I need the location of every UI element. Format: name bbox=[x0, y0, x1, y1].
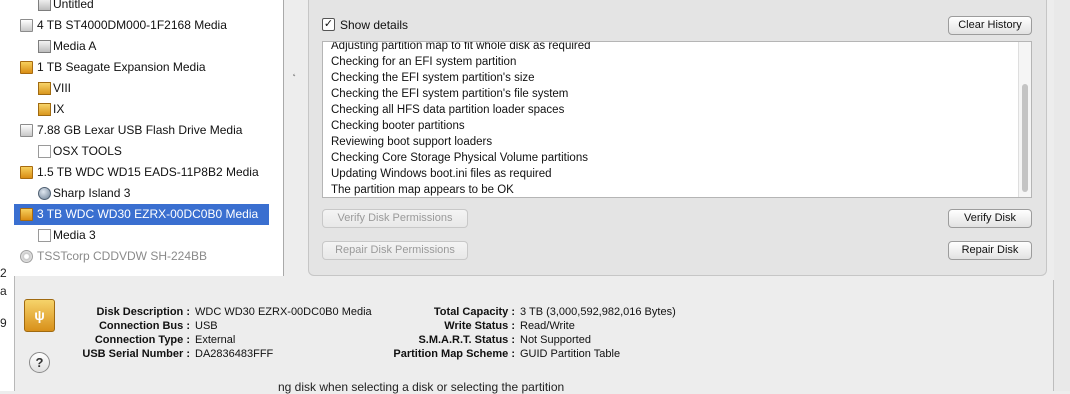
background-text-fragment: a bbox=[0, 284, 7, 298]
partition-scheme-value: GUID Partition Table bbox=[520, 348, 621, 360]
sidebar-item-label: VIII bbox=[53, 81, 72, 95]
connection-type-label: Connection Type : bbox=[94, 334, 190, 346]
repair-disk-permissions-button[interactable]: Repair Disk Permissions bbox=[322, 241, 468, 260]
total-capacity-label: Total Capacity : bbox=[433, 306, 515, 318]
sidebar-item-disk[interactable]: 7.88 GB Lexar USB Flash Drive Media bbox=[14, 120, 269, 141]
log-line: Checking booter partitions bbox=[331, 120, 465, 132]
smart-status-label: S.M.A.R.T. Status : bbox=[418, 334, 515, 346]
volume-icon bbox=[38, 40, 51, 53]
external-volume-icon bbox=[38, 103, 51, 116]
clear-history-button[interactable]: Clear History bbox=[948, 16, 1032, 35]
smart-status-value: Not Supported bbox=[520, 334, 591, 346]
sidebar-item-volume[interactable]: OSX TOOLS bbox=[14, 141, 269, 162]
log-line: Checking the EFI system partition's file… bbox=[331, 88, 569, 100]
log-line: The partition map appears to be OK bbox=[331, 184, 514, 196]
sidebar-item-disk[interactable]: 1 TB Seagate Expansion Media bbox=[14, 57, 269, 78]
show-details-label: Show details bbox=[340, 18, 409, 32]
volume-icon bbox=[38, 145, 51, 158]
document-icon bbox=[38, 229, 51, 242]
sidebar-item-volume[interactable]: IX bbox=[14, 99, 269, 120]
background-text-fragment: 2 bbox=[0, 266, 7, 280]
disk-description-label: Disk Description : bbox=[96, 306, 190, 318]
usb-serial-value: DA2836483FFF bbox=[195, 348, 274, 360]
split-view-divider[interactable]: ˛ bbox=[284, 0, 310, 276]
sidebar-item-volume[interactable]: VIII bbox=[14, 78, 269, 99]
external-disk-icon bbox=[20, 208, 33, 221]
hard-disk-icon bbox=[20, 124, 33, 137]
background-window-edge: 2 a 9 bbox=[0, 0, 15, 391]
log-line: Checking all HFS data partition loader s… bbox=[331, 104, 565, 116]
sidebar-item-label: TSSTcorp CDDVDW SH-224BB bbox=[37, 249, 208, 263]
write-status-value: Read/Write bbox=[520, 320, 575, 332]
sidebar-item-disk-selected[interactable]: 3 TB WDC WD30 EZRX-00DC0B0 Media bbox=[14, 204, 269, 225]
sidebar-item-volume[interactable]: Media 3 bbox=[14, 225, 269, 246]
hard-disk-icon bbox=[20, 19, 33, 32]
background-text-fragment: 9 bbox=[0, 316, 7, 330]
log-line: Checking the EFI system partition's size bbox=[331, 72, 535, 84]
total-capacity-value: 3 TB (3,000,592,982,016 Bytes) bbox=[520, 306, 676, 318]
sidebar-item-label: 3 TB WDC WD30 EZRX-00DC0B0 Media bbox=[37, 207, 259, 221]
verify-disk-permissions-button[interactable]: Verify Disk Permissions bbox=[322, 209, 468, 228]
partition-scheme-label: Partition Map Scheme : bbox=[393, 348, 515, 360]
log-scrollbar[interactable] bbox=[1018, 42, 1031, 197]
sidebar-item-label: 1.5 TB WDC WD15 EADS-11P8B2 Media bbox=[37, 165, 259, 179]
details-log[interactable]: Adjusting partition map to fit whole dis… bbox=[322, 41, 1032, 198]
sidebar-item-label: Media 3 bbox=[53, 228, 96, 242]
sidebar-item-disk[interactable]: 4 TB ST4000DM000-1F2168 Media bbox=[14, 15, 269, 36]
volume-icon bbox=[38, 0, 51, 11]
sidebar-item-volume[interactable]: Untitled bbox=[14, 0, 269, 15]
external-volume-icon bbox=[38, 82, 51, 95]
sidebar-item-label: 4 TB ST4000DM000-1F2168 Media bbox=[37, 18, 227, 32]
sidebar-item-label: IX bbox=[53, 102, 65, 116]
connection-type-value: External bbox=[195, 334, 236, 346]
sidebar-item-label: Untitled bbox=[53, 0, 94, 11]
usb-serial-label: USB Serial Number : bbox=[82, 348, 190, 360]
show-details-checkbox[interactable]: ✓ bbox=[322, 18, 335, 31]
log-line: Updating Windows boot.ini files as requi… bbox=[331, 168, 552, 180]
sidebar-item-label: Media A bbox=[53, 39, 97, 53]
sidebar-item-label: Sharp Island 3 bbox=[53, 186, 131, 200]
external-disk-icon bbox=[20, 166, 33, 179]
log-line: Checking for an EFI system partition bbox=[331, 56, 517, 68]
window-divider bbox=[1053, 280, 1054, 391]
sidebar-item-label: OSX TOOLS bbox=[53, 144, 122, 158]
sidebar-item-label: 7.88 GB Lexar USB Flash Drive Media bbox=[37, 123, 243, 137]
connection-bus-value: USB bbox=[195, 320, 218, 332]
network-volume-icon bbox=[38, 187, 51, 200]
sidebar-item-volume[interactable]: Media A bbox=[14, 36, 269, 57]
log-scroll-thumb[interactable] bbox=[1022, 84, 1028, 192]
disk-list-sidebar[interactable]: Untitled 4 TB ST4000DM000-1F2168 Media M… bbox=[14, 0, 284, 276]
sidebar-item-disk[interactable]: 1.5 TB WDC WD15 EADS-11P8B2 Media bbox=[14, 162, 269, 183]
sidebar-item-optical-drive[interactable]: TSSTcorp CDDVDW SH-224BB bbox=[14, 246, 269, 267]
log-line: Checking Core Storage Physical Volume pa… bbox=[331, 152, 588, 164]
help-button[interactable]: ? bbox=[29, 352, 50, 373]
sidebar-item-label: 1 TB Seagate Expansion Media bbox=[37, 60, 206, 74]
verify-disk-button[interactable]: Verify Disk bbox=[948, 209, 1032, 228]
connection-bus-label: Connection Bus : bbox=[98, 320, 190, 332]
log-line: Reviewing boot support loaders bbox=[331, 136, 493, 148]
optical-drive-icon bbox=[20, 250, 33, 263]
write-status-label: Write Status : bbox=[444, 320, 515, 332]
sidebar-item-volume[interactable]: Sharp Island 3 bbox=[14, 183, 269, 204]
background-text-fragment: ng disk when selecting a disk or selecti… bbox=[278, 380, 565, 394]
log-line: Adjusting partition map to fit whole dis… bbox=[331, 41, 591, 52]
window-right-edge bbox=[1054, 0, 1070, 391]
repair-disk-button[interactable]: Repair Disk bbox=[948, 241, 1032, 260]
splitter-grip-icon: ˛ bbox=[293, 66, 297, 77]
external-disk-icon bbox=[20, 61, 33, 74]
